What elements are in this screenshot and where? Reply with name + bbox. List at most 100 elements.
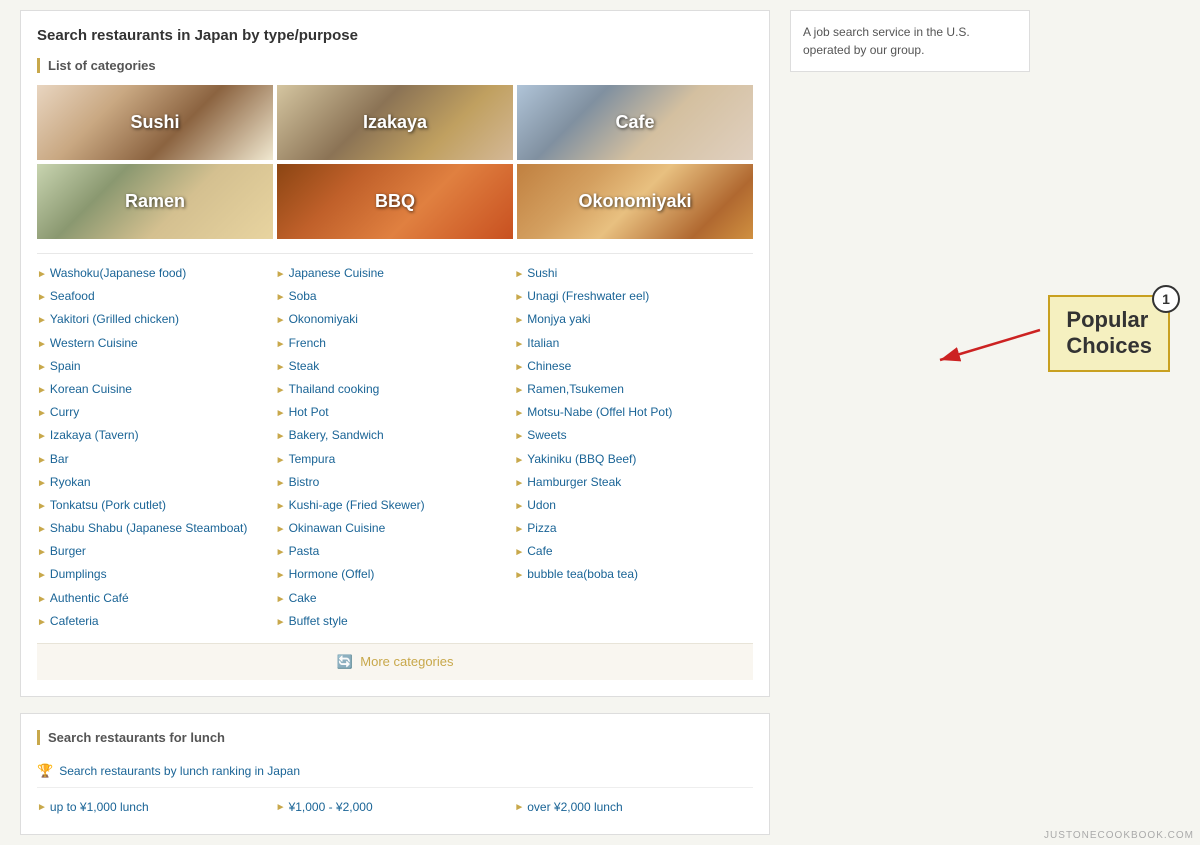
list-item[interactable]: ►Pasta — [276, 540, 507, 563]
price-range-item[interactable]: ►¥1,000 - ¥2,000 — [276, 796, 515, 818]
sidebar-description: A job search service in the U.S. operate… — [803, 25, 970, 57]
list-item[interactable]: ►Cafeteria — [37, 610, 268, 633]
grid-item-sushi[interactable]: Sushi — [37, 85, 273, 160]
list-item[interactable]: ►Buffet style — [276, 610, 507, 633]
price-grid: ►up to ¥1,000 lunch►¥1,000 - ¥2,000►over… — [37, 788, 753, 818]
list-item[interactable]: ►Bakery, Sandwich — [276, 424, 507, 447]
grid-item-izakaya[interactable]: Izakaya — [277, 85, 513, 160]
chevron-right-icon: ► — [37, 545, 47, 561]
link-text: Udon — [527, 496, 556, 515]
list-item[interactable]: ►Cafe — [514, 540, 745, 563]
list-item[interactable]: ►Ramen,Tsukemen — [514, 378, 745, 401]
list-item[interactable]: ►Cake — [276, 587, 507, 610]
list-item[interactable]: ►Soba — [276, 285, 507, 308]
list-item[interactable]: ►Monjya yaki — [514, 308, 745, 331]
grid-item-bbq[interactable]: BBQ — [277, 164, 513, 239]
list-item[interactable]: ►Bar — [37, 448, 268, 471]
list-item[interactable]: ►Tempura — [276, 448, 507, 471]
list-item[interactable]: ►Seafood — [37, 285, 268, 308]
list-item[interactable]: ►Western Cuisine — [37, 332, 268, 355]
list-item[interactable]: ►Kushi-age (Fried Skewer) — [276, 494, 507, 517]
list-item[interactable]: ►Burger — [37, 540, 268, 563]
badge-number: 1 — [1152, 285, 1180, 313]
list-item[interactable]: ►Italian — [514, 332, 745, 355]
sidebar: A job search service in the U.S. operate… — [790, 10, 1030, 835]
link-text: Japanese Cuisine — [289, 264, 384, 283]
link-text: Dumplings — [50, 565, 107, 584]
link-text: Cafeteria — [50, 612, 99, 631]
list-item[interactable]: ►Hormone (Offel) — [276, 563, 507, 586]
link-text: Yakiniku (BBQ Beef) — [527, 450, 636, 469]
list-item[interactable]: ►Unagi (Freshwater eel) — [514, 285, 745, 308]
link-text: Hot Pot — [289, 403, 329, 422]
link-text: Kushi-age (Fried Skewer) — [289, 496, 425, 515]
list-item[interactable]: ►Thailand cooking — [276, 378, 507, 401]
list-item[interactable]: ►Sweets — [514, 424, 745, 447]
chevron-right-icon: ► — [37, 476, 47, 492]
list-item[interactable]: ►Pizza — [514, 517, 745, 540]
chevron-right-icon: ► — [514, 802, 524, 813]
sushi-label: Sushi — [37, 85, 273, 160]
grid-item-cafe[interactable]: Cafe — [517, 85, 753, 160]
list-item[interactable]: ►Hamburger Steak — [514, 471, 745, 494]
chevron-right-icon: ► — [514, 406, 524, 422]
links-col3: ►Sushi►Unagi (Freshwater eel)►Monjya yak… — [514, 262, 753, 633]
chevron-right-icon: ► — [514, 267, 524, 283]
main-content: Search restaurants in Japan by type/purp… — [20, 10, 770, 835]
popular-choices-text: PopularChoices — [1066, 307, 1152, 360]
link-text: Authentic Café — [50, 589, 129, 608]
list-item[interactable]: ►Curry — [37, 401, 268, 424]
list-item[interactable]: ►Dumplings — [37, 563, 268, 586]
link-text: Tempura — [289, 450, 336, 469]
price-range-item[interactable]: ►over ¥2,000 lunch — [514, 796, 753, 818]
list-item[interactable]: ►Udon — [514, 494, 745, 517]
page-container: Search restaurants in Japan by type/purp… — [0, 0, 1200, 845]
lunch-ranking-link[interactable]: 🏆 Search restaurants by lunch ranking in… — [37, 755, 753, 788]
chevron-right-icon: ► — [514, 383, 524, 399]
more-categories-button[interactable]: 🔄 More categories — [37, 643, 753, 680]
list-item[interactable]: ►Tonkatsu (Pork cutlet) — [37, 494, 268, 517]
list-item[interactable]: ►Chinese — [514, 355, 745, 378]
chevron-right-icon: ► — [37, 429, 47, 445]
list-item[interactable]: ►Izakaya (Tavern) — [37, 424, 268, 447]
chevron-right-icon: ► — [37, 802, 47, 813]
refresh-icon: 🔄 — [336, 654, 352, 669]
list-item[interactable]: ►Bistro — [276, 471, 507, 494]
list-item[interactable]: ►Authentic Café — [37, 587, 268, 610]
link-text: Sweets — [527, 426, 566, 445]
list-item[interactable]: ►Japanese Cuisine — [276, 262, 507, 285]
list-item[interactable]: ►Motsu-Nabe (Offel Hot Pot) — [514, 401, 745, 424]
link-text: Izakaya (Tavern) — [50, 426, 139, 445]
link-text: Monjya yaki — [527, 310, 590, 329]
list-item[interactable]: ►French — [276, 332, 507, 355]
chevron-right-icon: ► — [514, 453, 524, 469]
list-item[interactable]: ►Okonomiyaki — [276, 308, 507, 331]
list-item[interactable]: ►Yakiniku (BBQ Beef) — [514, 448, 745, 471]
link-text: Tonkatsu (Pork cutlet) — [50, 496, 166, 515]
list-item[interactable]: ►bubble tea(boba tea) — [514, 563, 745, 586]
link-text: Soba — [289, 287, 317, 306]
list-item[interactable]: ►Hot Pot — [276, 401, 507, 424]
grid-item-okonomiyaki[interactable]: Okonomiyaki — [517, 164, 753, 239]
chevron-right-icon: ► — [37, 499, 47, 515]
list-item[interactable]: ►Okinawan Cuisine — [276, 517, 507, 540]
sidebar-card: A job search service in the U.S. operate… — [790, 10, 1030, 72]
list-item[interactable]: ►Washoku(Japanese food) — [37, 262, 268, 285]
list-item[interactable]: ►Korean Cuisine — [37, 378, 268, 401]
lunch-section: Search restaurants for lunch 🏆 Search re… — [20, 713, 770, 835]
list-item[interactable]: ►Yakitori (Grilled chicken) — [37, 308, 268, 331]
grid-item-ramen[interactable]: Ramen — [37, 164, 273, 239]
list-item[interactable]: ►Sushi — [514, 262, 745, 285]
link-text: Shabu Shabu (Japanese Steamboat) — [50, 519, 247, 538]
link-text: Thailand cooking — [289, 380, 380, 399]
list-item[interactable]: ►Shabu Shabu (Japanese Steamboat) — [37, 517, 268, 540]
list-item[interactable]: ►Spain — [37, 355, 268, 378]
ramen-label: Ramen — [37, 164, 273, 239]
price-range-item[interactable]: ►up to ¥1,000 lunch — [37, 796, 276, 818]
list-item[interactable]: ►Ryokan — [37, 471, 268, 494]
link-text: Sushi — [527, 264, 557, 283]
list-item[interactable]: ►Steak — [276, 355, 507, 378]
chevron-right-icon: ► — [37, 267, 47, 283]
link-text: bubble tea(boba tea) — [527, 565, 638, 584]
okonomiyaki-label: Okonomiyaki — [517, 164, 753, 239]
